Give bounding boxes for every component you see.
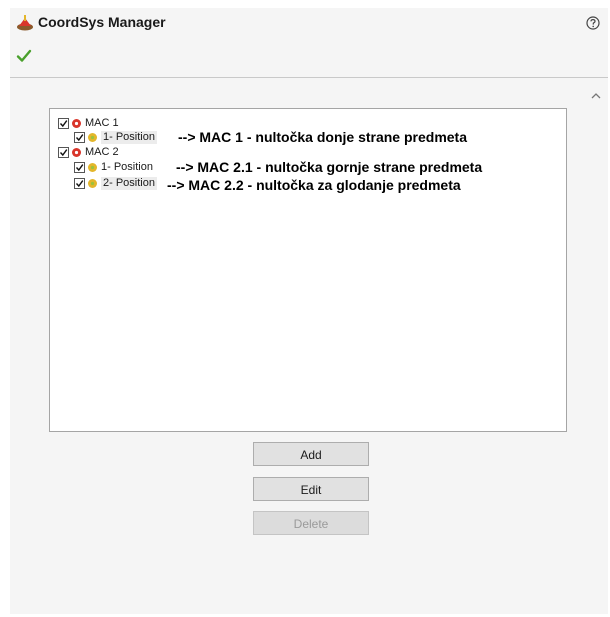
position-icon [87,178,98,189]
checkbox[interactable] [74,178,85,189]
edit-button[interactable]: Edit [253,477,369,501]
delete-button: Delete [253,511,369,535]
header-divider [10,77,608,78]
coordsys-tree[interactable]: MAC 1 1- Position --> MAC 1 - nultočka d… [49,108,567,432]
position-icon [87,162,98,173]
chevron-up-icon[interactable] [590,88,602,99]
page-title: CoordSys Manager [38,14,166,30]
coordsys-icon [16,14,34,32]
checkbox[interactable] [74,132,85,143]
annotation-text: --> MAC 2.2 - nultočka za glodanje predm… [167,177,461,193]
add-button[interactable]: Add [253,442,369,466]
panel-header: CoordSys Manager [10,8,608,68]
annotation-text: --> MAC 1 - nultočka donje strane predme… [178,129,467,145]
tree-item-label: MAC 2 [85,146,119,158]
machine-icon [71,118,82,129]
checkbox[interactable] [58,118,69,129]
help-icon[interactable] [586,16,600,30]
tree-item-label: 1- Position [101,161,153,173]
tree-item-label: 2- Position [101,177,157,190]
annotation-text: --> MAC 2.1 - nultočka gornje strane pre… [176,159,483,175]
checkbox[interactable] [74,162,85,173]
machine-icon [71,147,82,158]
position-icon [87,132,98,143]
check-icon[interactable] [16,48,32,64]
tree-item-label: MAC 1 [85,117,119,129]
property-manager-panel: CoordSys Manager MAC 1 1- Position --> M… [10,8,608,614]
checkbox[interactable] [58,147,69,158]
tree-item-label: 1- Position [101,131,157,144]
